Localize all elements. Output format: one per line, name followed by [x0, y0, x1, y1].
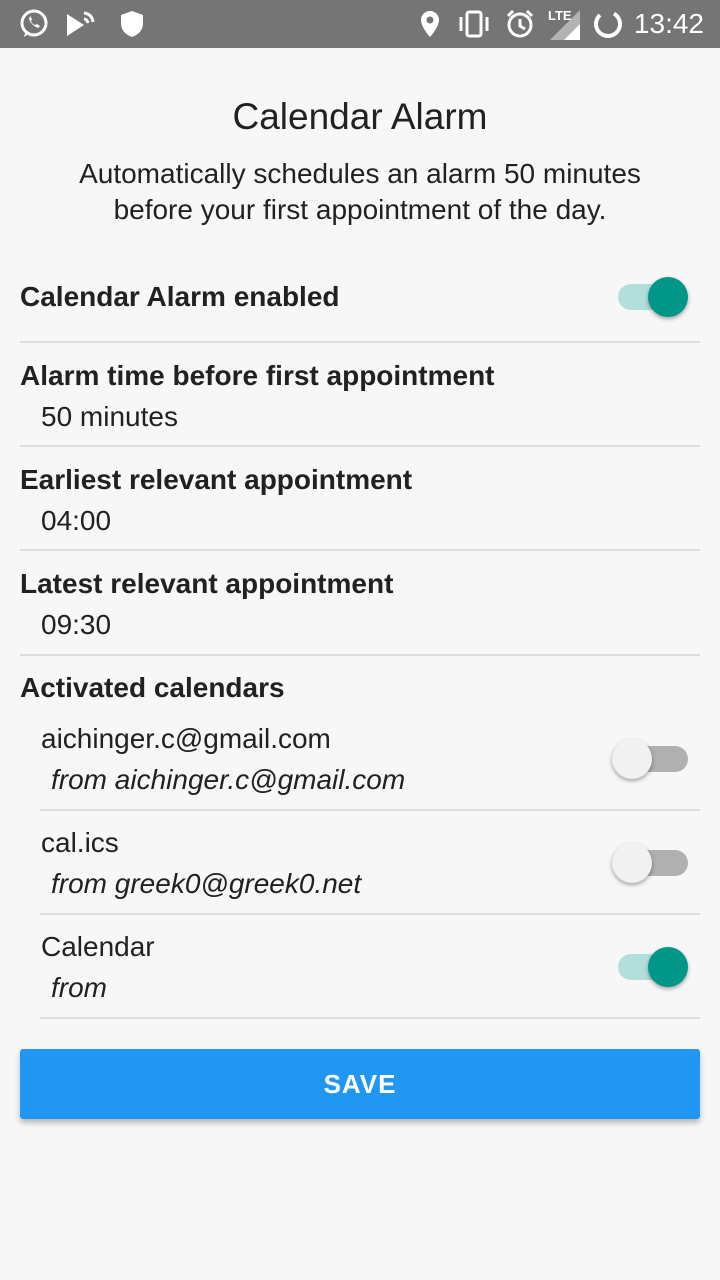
- divider: [20, 549, 700, 551]
- divider: [40, 1017, 700, 1019]
- status-bar: LTE 13:42: [0, 0, 720, 48]
- calendar-switch[interactable]: [612, 734, 692, 782]
- divider: [20, 341, 700, 343]
- activated-calendars-label: Activated calendars: [20, 672, 285, 703]
- vibrate-icon: [456, 6, 492, 42]
- divider: [20, 654, 700, 656]
- switch-thumb: [648, 277, 688, 317]
- battery-charging-icon: [590, 6, 626, 42]
- calendar-name: Calendar: [41, 931, 155, 962]
- earliest-label: Earliest relevant appointment: [20, 464, 413, 495]
- divider: [20, 445, 700, 447]
- alarm-time-label: Alarm time before first appointment: [20, 360, 495, 391]
- page-title: Calendar Alarm: [232, 96, 488, 137]
- switch-thumb: [612, 739, 652, 779]
- switch-thumb: [648, 947, 688, 987]
- status-time: 13:42: [633, 8, 704, 39]
- alarm-icon: [502, 6, 538, 42]
- page-subtitle: Automatically schedules an alarm 50 minu…: [40, 156, 680, 228]
- shield-icon: [114, 6, 150, 42]
- divider: [40, 809, 700, 811]
- enabled-switch[interactable]: [612, 272, 692, 320]
- calendar-source: from aichinger.c@gmail.com: [51, 764, 406, 795]
- switch-thumb: [612, 843, 652, 883]
- enabled-label: Calendar Alarm enabled: [20, 281, 340, 312]
- latest-label: Latest relevant appointment: [20, 568, 394, 599]
- network-type-label: LTE: [548, 8, 572, 23]
- calendar-name: aichinger.c@gmail.com: [41, 723, 331, 754]
- earliest-value: 04:00: [41, 505, 112, 536]
- location-icon: [412, 6, 448, 42]
- calendar-switch[interactable]: [612, 838, 692, 886]
- subtitle-line-2: before your first appointment of the day…: [113, 194, 607, 225]
- divider: [40, 913, 700, 915]
- calendar-name: cal.ics: [41, 827, 119, 858]
- calendar-source: from greek0@greek0.net: [51, 868, 362, 899]
- cast-icon: [64, 6, 100, 42]
- latest-value: 09:30: [41, 609, 112, 640]
- whatsapp-icon: [16, 6, 52, 42]
- calendar-source: from: [51, 972, 107, 1003]
- alarm-time-value: 50 minutes: [41, 401, 178, 432]
- calendar-switch[interactable]: [612, 942, 692, 990]
- subtitle-line-1: Automatically schedules an alarm 50 minu…: [79, 158, 641, 189]
- save-button[interactable]: SAVE: [20, 1049, 700, 1119]
